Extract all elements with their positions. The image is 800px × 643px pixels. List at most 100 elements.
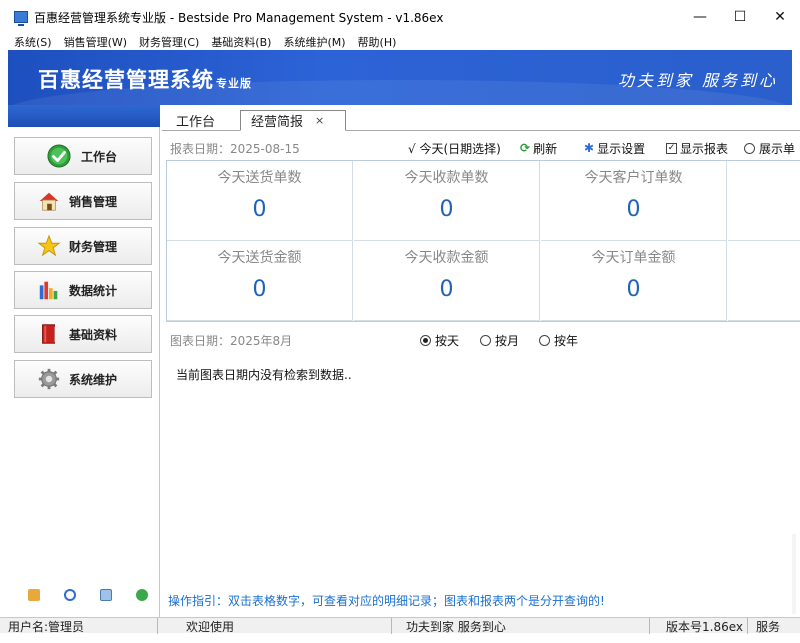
- chart-controls: 图表日期：2025年8月 按天 按月 按年: [170, 330, 800, 350]
- tab-business-brief[interactable]: 经营简报 ×: [240, 110, 346, 131]
- sidebar-item-workbench[interactable]: 工作台: [14, 137, 152, 175]
- header-banner: 百惠经营管理系统 专业版 功夫到家 服务到心: [8, 50, 792, 105]
- stats-grid: 今天送货单数 0 今天收款单数 0 今天客户订单数 0 今 今天送货金额 0 今…: [166, 160, 800, 322]
- stat-value[interactable]: 0: [354, 197, 539, 222]
- report-date: 报表日期：2025-08-15: [170, 141, 300, 156]
- maximize-button[interactable]: ☐: [720, 0, 760, 34]
- banner-slogan: 功夫到家 服务到心: [617, 71, 778, 90]
- status-version: 版本号1.86ex: [650, 618, 748, 634]
- window-controls: — ☐ ✕: [680, 0, 800, 34]
- radio-icon: [480, 334, 491, 346]
- sidebar-item-maintenance[interactable]: 系统维护: [14, 360, 152, 398]
- stat-receipt-count[interactable]: 今天收款单数 0: [354, 161, 540, 241]
- scrollbar-track[interactable]: [792, 534, 796, 614]
- stat-value[interactable]: 0: [167, 277, 352, 302]
- status-user: 用户名:管理员: [0, 618, 158, 634]
- radio-by-year[interactable]: 按年: [539, 330, 578, 350]
- checkbox-checked-icon: ✓: [666, 142, 677, 154]
- stat-order-count[interactable]: 今天客户订单数 0: [541, 161, 727, 241]
- menu-finance[interactable]: 财务管理(C): [139, 34, 199, 50]
- stat-label: 今天订单金额: [591, 250, 676, 266]
- settings-gear-icon: ✱: [584, 141, 595, 155]
- sidebar-item-finance[interactable]: 财务管理: [14, 227, 152, 265]
- house-icon: [37, 189, 61, 213]
- stat-receipt-amount[interactable]: 今天收款金额 0: [354, 241, 540, 321]
- radio-icon: [539, 334, 550, 346]
- app-monitor-icon: [14, 11, 28, 26]
- key-icon[interactable]: [28, 589, 40, 601]
- title-bar: 百惠经营管理系统专业版 - Bestside Pro Management Sy…: [0, 0, 800, 34]
- stat-order-amount[interactable]: 今天订单金额 0: [541, 241, 727, 321]
- sidebar: 工作台 销售管理 财务管理 数据统计 基础资料 系统维护: [8, 105, 160, 617]
- radio-by-day[interactable]: 按天: [420, 330, 459, 350]
- refresh-icon[interactable]: [136, 589, 148, 601]
- status-bar: 用户名:管理员 欢迎使用 功夫到家 服务到心 版本号1.86ex 服务: [0, 617, 800, 634]
- display-settings-button[interactable]: ✱ 显示设置: [584, 138, 645, 158]
- sidebar-item-label: 数据统计: [69, 283, 118, 298]
- sidebar-item-statistics[interactable]: 数据统计: [14, 271, 152, 309]
- tab-label: 经营简报: [251, 115, 304, 130]
- stat-label: 今: [728, 247, 800, 267]
- banner-subtitle: 专业版: [216, 77, 252, 90]
- sidebar-item-sales[interactable]: 销售管理: [14, 182, 152, 220]
- stat-label: 今天收款金额: [404, 250, 489, 266]
- stat-label: 今天送货金额: [217, 250, 302, 266]
- status-welcome: 欢迎使用: [158, 618, 392, 634]
- radio-by-month[interactable]: 按月: [480, 330, 519, 350]
- search-icon[interactable]: [100, 589, 112, 601]
- banner-title-text: 百惠经营管理系统: [38, 68, 214, 92]
- refresh-button[interactable]: ⟳ 刷新: [520, 138, 557, 158]
- stat-value[interactable]: 0: [541, 197, 726, 222]
- show-report-label: 显示报表: [680, 141, 729, 156]
- show-report-checkbox[interactable]: ✓ 显示报表: [666, 138, 728, 158]
- radio-icon: [744, 142, 755, 154]
- sidebar-item-basic-data[interactable]: 基础资料: [14, 315, 152, 353]
- star-icon: [37, 234, 61, 258]
- stat-value[interactable]: 0: [354, 277, 539, 302]
- close-icon[interactable]: ×: [315, 114, 324, 127]
- sidebar-item-label: 工作台: [81, 149, 118, 164]
- stat-label: 今天收款单数: [404, 170, 489, 186]
- tab-label: 工作台: [176, 115, 216, 130]
- menu-help[interactable]: 帮助(H): [358, 34, 397, 50]
- stat-value[interactable]: 0: [167, 197, 352, 222]
- close-button[interactable]: ✕: [760, 0, 800, 34]
- stat-partial[interactable]: 今: [728, 161, 800, 241]
- tab-bar: 工作台 经营简报 ×: [162, 107, 800, 131]
- minimize-button[interactable]: —: [680, 0, 720, 34]
- sidebar-item-label: 基础资料: [69, 327, 118, 342]
- stat-label: 今天送货单数: [217, 170, 302, 186]
- stat-delivery-count[interactable]: 今天送货单数 0: [167, 161, 353, 241]
- chart-date: 图表日期：2025年8月: [170, 333, 293, 348]
- menu-maintenance[interactable]: 系统维护(M): [283, 34, 345, 50]
- radio-label: 按天: [435, 333, 460, 348]
- show-list-radio[interactable]: 展示单: [744, 138, 795, 158]
- today-date-picker[interactable]: √ 今天(日期选择): [408, 138, 501, 158]
- stat-partial[interactable]: 今: [728, 241, 800, 321]
- book-icon: [37, 322, 61, 346]
- display-settings-label: 显示设置: [597, 141, 646, 156]
- stat-label: 今天客户订单数: [584, 170, 683, 186]
- tab-workbench[interactable]: 工作台: [166, 110, 225, 131]
- radio-selected-icon: [420, 334, 431, 346]
- menu-basic-data[interactable]: 基础资料(B): [211, 34, 271, 50]
- refresh-label: 刷新: [533, 141, 558, 156]
- radio-label: 按年: [554, 333, 579, 348]
- stat-delivery-amount[interactable]: 今天送货金额 0: [167, 241, 353, 321]
- stat-label: 今: [728, 167, 800, 187]
- empty-chart-message: 当前图表日期内没有检索到数据..: [176, 368, 352, 382]
- banner-title: 百惠经营管理系统 专业版: [38, 64, 252, 94]
- check-circle-icon: [47, 144, 71, 168]
- bar-chart-icon: [37, 278, 61, 302]
- menu-system[interactable]: 系统(S): [14, 34, 52, 50]
- stat-value[interactable]: 0: [541, 277, 726, 302]
- clock-icon[interactable]: [64, 589, 76, 601]
- refresh-icon: ⟳: [520, 141, 531, 155]
- menu-sales[interactable]: 销售管理(W): [64, 34, 127, 50]
- show-list-label: 展示单: [759, 141, 796, 156]
- window-title: 百惠经营管理系统专业版 - Bestside Pro Management Sy…: [34, 10, 444, 25]
- gear-icon: [37, 367, 61, 391]
- sidebar-item-label: 财务管理: [69, 239, 118, 254]
- status-slogan: 功夫到家 服务到心: [392, 618, 650, 634]
- operation-hint: 操作指引：双击表格数字，可查看对应的明细记录；图表和报表两个是分开查询的!: [168, 594, 605, 608]
